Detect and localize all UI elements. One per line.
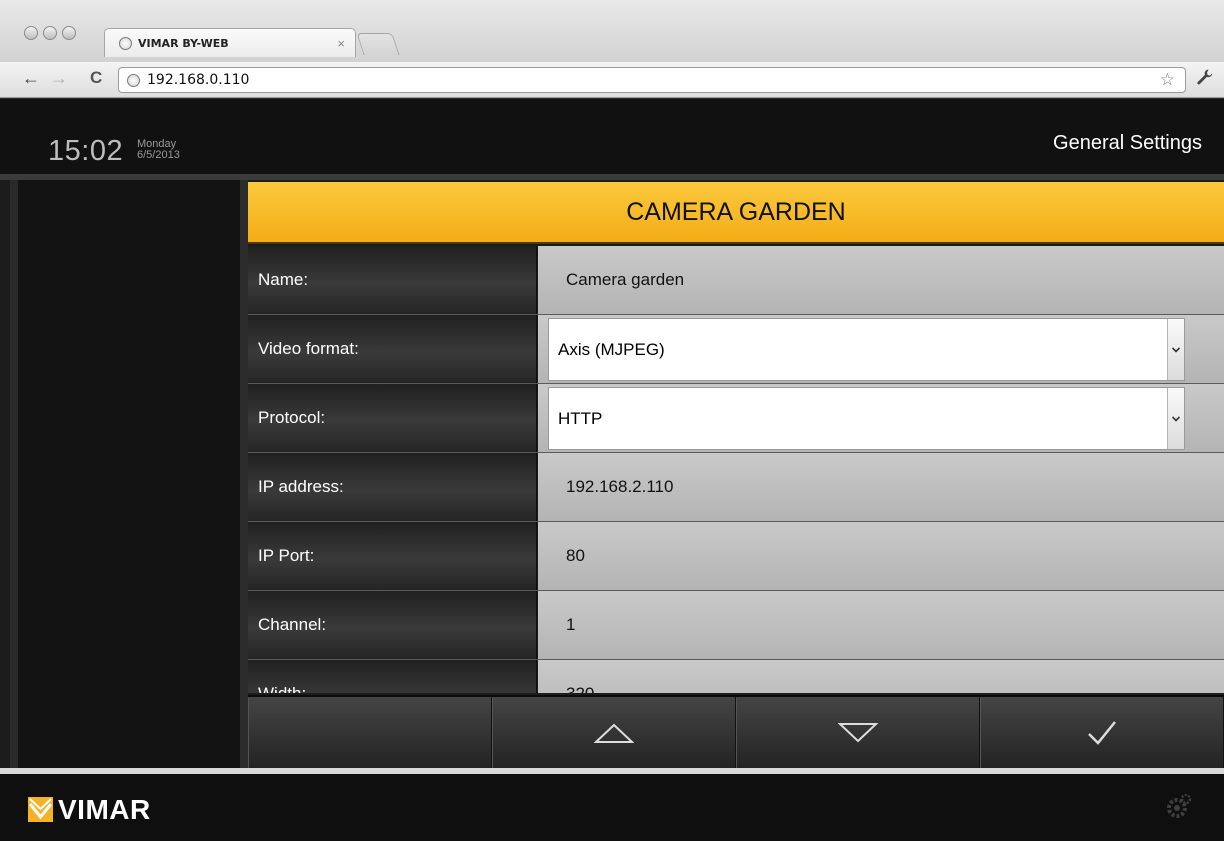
blank-button[interactable] [248,697,492,768]
tab-close-icon[interactable]: × [337,36,345,51]
scroll-down-button[interactable] [736,697,980,768]
row-name: Name: Camera garden [248,246,1224,315]
site-info-icon[interactable] [127,73,140,87]
camera-title-bar: CAMERA GARDEN [248,182,1224,244]
date-value: 6/5/2013 [137,149,180,161]
row-width: Width: 320 [248,660,1224,693]
app-header: 15:02 Monday 6/5/2013 General Settings [0,99,1224,174]
chevron-down-icon[interactable] [1167,388,1184,449]
wrench-menu-icon[interactable] [1196,68,1214,91]
name-label: Name: [248,246,537,314]
row-channel: Channel: 1 [248,591,1224,660]
app-viewport: 15:02 Monday 6/5/2013 General Settings C… [0,99,1224,841]
protocol-value: HTTP [558,408,603,428]
clock-time: 15:02 [48,135,124,167]
scroll-up-button[interactable] [492,697,736,768]
video-format-select[interactable]: Axis (MJPEG) [548,318,1185,381]
confirm-button[interactable] [980,697,1224,768]
down-arrow-icon [838,722,878,742]
left-gutter [10,180,18,768]
vimar-logo-icon [28,797,53,822]
browser-toolbar: ← → C 192.168.0.110 ☆ [0,62,1224,98]
gear-icon[interactable] [1166,793,1192,827]
date-block: Monday 6/5/2013 [137,139,180,161]
row-video-format: Video format: Axis (MJPEG) [248,315,1224,384]
close-window-icon[interactable] [24,26,38,40]
check-icon [1088,720,1116,745]
minimize-window-icon[interactable] [43,26,57,40]
panel-divider [240,180,248,768]
width-label: Width: [248,660,537,693]
settings-list[interactable]: Name: Camera garden Video format: Axis (… [248,246,1224,693]
address-url[interactable]: 192.168.0.110 [147,72,249,88]
ip-address-field[interactable]: 192.168.2.110 [538,453,1224,521]
globe-icon [119,36,132,50]
up-arrow-icon [594,723,634,743]
camera-title: CAMERA GARDEN [626,197,846,226]
forward-arrow-icon[interactable]: → [50,68,68,89]
browser-tab-active[interactable]: VIMAR BY-WEB × [104,28,356,57]
address-bar[interactable]: 192.168.0.110 ☆ [118,67,1186,93]
row-ip-port: IP Port: 80 [248,522,1224,591]
ip-address-label: IP address: [248,453,537,521]
row-protocol: Protocol: HTTP [248,384,1224,453]
screen-title: General Settings [1053,132,1202,154]
channel-label: Channel: [248,591,537,659]
new-tab-button[interactable] [356,33,400,55]
width-field[interactable]: 320 [538,660,1224,693]
chevron-down-icon[interactable] [1167,319,1184,380]
left-side-panel [18,180,240,768]
bottom-button-bar [248,695,1224,768]
back-arrow-icon[interactable]: ← [22,68,40,89]
row-ip-address: IP address: 192.168.2.110 [248,453,1224,522]
window-controls [24,26,76,40]
browser-tab-strip: VIMAR BY-WEB × [0,0,1224,62]
video-format-value: Axis (MJPEG) [558,339,665,359]
brand-logo-text: VIMAR [58,794,151,825]
zoom-window-icon[interactable] [62,26,76,40]
app-footer: VIMAR [0,774,1224,841]
protocol-select[interactable]: HTTP [548,387,1185,450]
ip-port-label: IP Port: [248,522,537,590]
name-field[interactable]: Camera garden [538,246,1224,314]
ip-port-field[interactable]: 80 [538,522,1224,590]
channel-field[interactable]: 1 [538,591,1224,659]
reload-icon[interactable]: C [90,68,102,88]
video-format-label: Video format: [248,315,537,383]
tab-title: VIMAR BY-WEB [138,36,229,50]
protocol-label: Protocol: [248,384,537,452]
bookmark-star-icon[interactable]: ☆ [1160,70,1175,90]
